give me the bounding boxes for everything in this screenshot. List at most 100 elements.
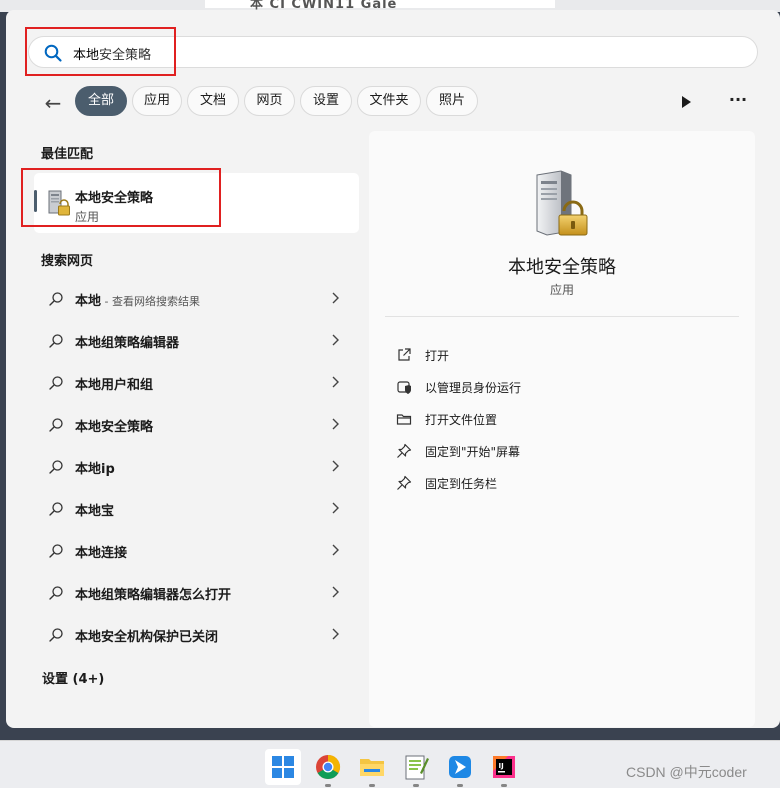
web-result-item[interactable]: 本地安全机构保护已关闭: [34, 615, 359, 653]
search-icon: [49, 418, 63, 432]
play-icon[interactable]: [676, 92, 696, 112]
web-result-text: 本地: [75, 294, 102, 309]
action-pin-to-start[interactable]: 固定到"开始"屏幕: [391, 438, 731, 464]
search-icon: [49, 502, 63, 516]
web-result-item[interactable]: 本地组策略编辑器: [34, 321, 359, 359]
chevron-right-icon: [332, 292, 339, 304]
file-explorer-icon: [360, 759, 384, 776]
action-run-as-admin[interactable]: 以管理员身份运行: [391, 374, 731, 400]
action-label: 打开: [425, 349, 450, 363]
tab-folders[interactable]: 文件夹: [357, 86, 421, 116]
action-open[interactable]: 打开: [391, 342, 731, 368]
web-result-item[interactable]: 本地连接: [34, 531, 359, 569]
windows-start-icon: [272, 756, 294, 778]
web-result-label: 本地安全机构保护已关闭: [75, 630, 219, 645]
web-result-item[interactable]: 本地组策略编辑器怎么打开: [34, 573, 359, 611]
taskbar-tencent-app[interactable]: [442, 749, 478, 787]
filter-bar: ← 全部 应用 文档 网页 设置 文件夹 照片 ···: [6, 86, 780, 120]
web-result-label: 本地组策略编辑器怎么打开: [75, 588, 232, 603]
folder-icon: [396, 414, 412, 425]
search-query: 本地安全策略: [73, 44, 151, 63]
tab-documents[interactable]: 文档: [187, 86, 239, 116]
local-security-policy-icon: [48, 190, 70, 216]
web-result-label: 本地安全策略: [75, 420, 154, 435]
best-match-result[interactable]: 本地安全策略 应用: [34, 173, 359, 233]
web-result-item[interactable]: 本地用户和组: [34, 363, 359, 401]
chevron-right-icon: [332, 334, 339, 346]
settings-section-heading[interactable]: 设置 (4+): [42, 668, 104, 687]
search-typed-text: 本地: [73, 48, 100, 63]
chevron-right-icon: [332, 586, 339, 598]
local-security-policy-icon: [536, 170, 588, 236]
web-result-label: 本地用户和组: [75, 378, 154, 393]
more-options-button[interactable]: ···: [726, 90, 750, 112]
chevron-right-icon: [332, 376, 339, 388]
detail-app-name: 本地安全策略: [508, 257, 616, 278]
selection-indicator: [34, 190, 37, 212]
web-search-heading: 搜索网页: [41, 254, 94, 269]
search-icon: [49, 586, 63, 600]
web-result-item[interactable]: 本地ip: [34, 447, 359, 485]
action-label: 固定到任务栏: [425, 477, 498, 491]
search-panel: 本地安全策略 ← 全部 应用 文档 网页 设置 文件夹 照片 ··· 最佳匹配 …: [6, 10, 780, 728]
pin-icon: [397, 475, 412, 490]
shield-admin-icon: [397, 381, 411, 394]
web-result-label: 本地组策略编辑器: [75, 336, 180, 351]
search-icon: [49, 460, 63, 474]
watermark: CSDN @中元coder: [626, 764, 747, 780]
chrome-icon: [316, 755, 341, 780]
web-result-label: 本地ip: [75, 462, 115, 477]
web-result-suffix: - 查看网络搜索结果: [101, 295, 200, 308]
search-autocomplete-text: 安全策略: [99, 48, 152, 63]
search-icon: [49, 292, 63, 306]
search-icon: [49, 544, 63, 558]
web-result-label: 本地宝: [75, 504, 115, 519]
web-result-item[interactable]: 本地 - 查看网络搜索结果: [34, 279, 359, 317]
divider: [385, 316, 739, 317]
chevron-right-icon: [332, 544, 339, 556]
back-button[interactable]: ←: [42, 92, 64, 114]
taskbar-chrome[interactable]: [310, 749, 346, 787]
web-result-item[interactable]: 本地宝: [34, 489, 359, 527]
search-icon: [44, 44, 62, 62]
tab-settings[interactable]: 设置: [300, 86, 352, 116]
tab-all[interactable]: 全部: [75, 86, 127, 116]
search-icon: [49, 334, 63, 348]
taskbar-start-button[interactable]: [265, 749, 301, 785]
running-indicator: [413, 784, 419, 787]
search-input[interactable]: 本地安全策略: [28, 36, 758, 68]
tab-photos[interactable]: 照片: [426, 86, 478, 116]
running-indicator: [369, 784, 375, 787]
action-open-file-location[interactable]: 打开文件位置: [391, 406, 731, 432]
detail-pane: 本地安全策略 应用 打开 以管理员身份运行 打开文件位置 固定到"开始"屏幕 固…: [369, 131, 755, 727]
chevron-right-icon: [332, 502, 339, 514]
tab-web[interactable]: 网页: [244, 86, 295, 116]
best-match-name: 本地安全策略: [75, 191, 154, 206]
svg-text:IJ: IJ: [499, 762, 504, 770]
notepad-plus-icon: [405, 755, 429, 780]
running-indicator: [457, 784, 463, 787]
chevron-right-icon: [332, 628, 339, 640]
taskbar-notepad-plus[interactable]: [398, 749, 434, 787]
taskbar-intellij[interactable]: IJ: [486, 749, 522, 787]
chevron-right-icon: [332, 460, 339, 472]
pin-icon: [397, 443, 412, 458]
detail-app-type: 应用: [549, 283, 574, 297]
tencent-app-icon: [449, 756, 471, 778]
intellij-icon: IJ: [493, 756, 515, 778]
taskbar-file-explorer[interactable]: [354, 749, 390, 787]
web-result-label: 本地连接: [75, 546, 128, 561]
action-pin-to-taskbar[interactable]: 固定到任务栏: [391, 470, 731, 496]
action-label: 打开文件位置: [425, 413, 498, 427]
running-indicator: [325, 784, 331, 787]
action-label: 以管理员身份运行: [425, 381, 522, 395]
search-icon: [49, 376, 63, 390]
tab-apps[interactable]: 应用: [132, 86, 182, 116]
open-external-icon: [398, 348, 411, 361]
action-label: 固定到"开始"屏幕: [425, 445, 521, 459]
running-indicator: [501, 784, 507, 787]
web-result-item[interactable]: 本地安全策略: [34, 405, 359, 443]
search-icon: [49, 628, 63, 642]
best-match-heading: 最佳匹配: [41, 147, 94, 162]
chevron-right-icon: [332, 418, 339, 430]
